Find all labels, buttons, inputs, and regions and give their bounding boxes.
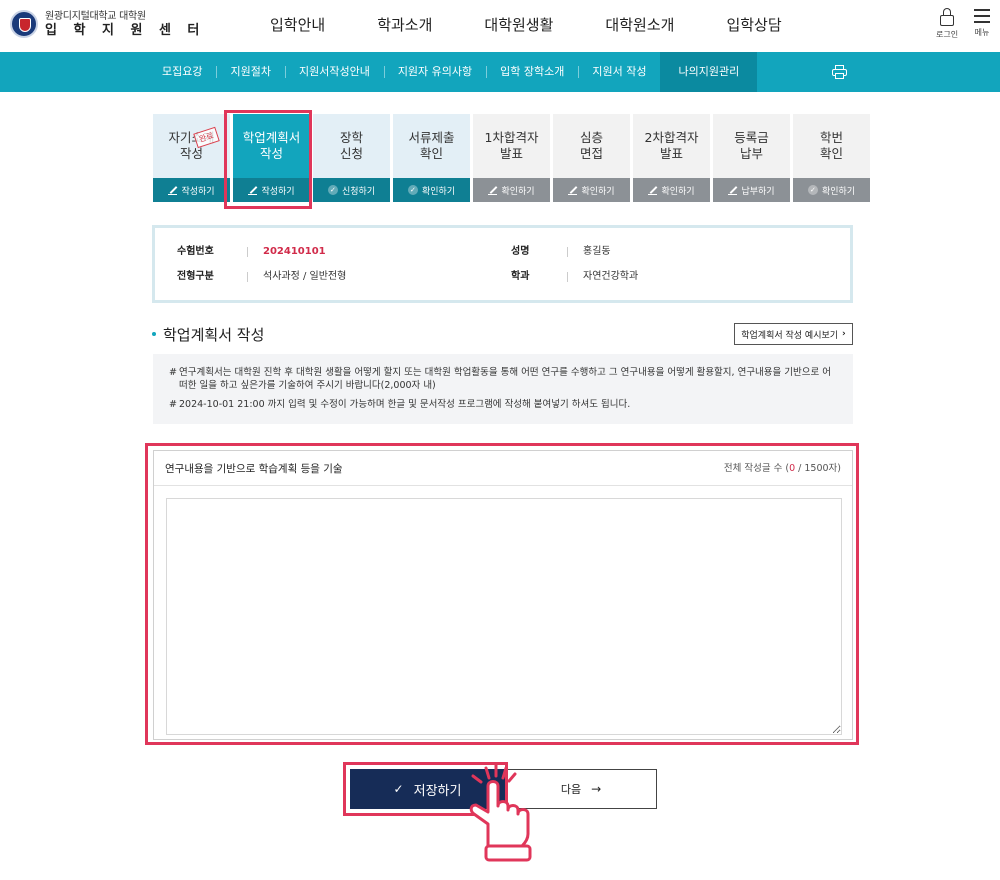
step-action-button[interactable]: 확인하기: [553, 178, 630, 202]
notice-box: 연구계획서는 대학원 진학 후 대학원 생활을 어떻게 할지 또는 대학원 학업…: [153, 354, 853, 424]
pencil-icon: [168, 185, 178, 195]
check-icon: ✓: [327, 185, 338, 195]
admission-type-label: 전형구분: [177, 271, 214, 282]
login-label: 로그인: [936, 30, 959, 39]
check-icon: ✓: [407, 185, 418, 195]
logo[interactable]: 원광디지털대학교 대학원 입 학 지 원 센 터: [10, 10, 205, 38]
editor-highlight: [145, 443, 859, 745]
main-nav-consulting[interactable]: 입학상담: [726, 14, 781, 35]
section-title: 학업계획서 작성: [152, 324, 264, 345]
step-title: 2차합격자 발표: [633, 114, 710, 178]
logo-university-name: 원광디지털대학교 대학원: [45, 10, 146, 22]
department-label: 학과: [511, 271, 530, 282]
step-action-label: 확인하기: [581, 186, 615, 197]
logo-center-name: 입 학 지 원 센 터: [45, 22, 206, 38]
step-action-label: 작성하기: [181, 186, 215, 197]
pencil-icon: [488, 185, 498, 195]
hamburger-menu-icon: [974, 8, 990, 24]
print-icon[interactable]: [832, 65, 847, 79]
step-action-button[interactable]: 납부하기: [713, 178, 790, 202]
admission-type-value: 석사과정 / 일반전형: [263, 271, 347, 282]
pointing-hand-icon: [469, 762, 532, 862]
step-tuition[interactable]: 등록금 납부납부하기: [713, 114, 790, 202]
step-title: 학번 확인: [793, 114, 870, 178]
subnav-recruitment[interactable]: 모집요강: [148, 52, 216, 92]
applicant-info: 수험번호 202410101 성명 홍길동 전형구분 석사과정 / 일반전형 학…: [152, 225, 853, 303]
step-action-button[interactable]: ✓ 확인하기: [793, 178, 870, 202]
subnav-precautions[interactable]: 지원자 유의사항: [383, 52, 486, 92]
step-title: 자기소개 작성: [153, 114, 230, 178]
step-action-button[interactable]: ✓ 확인하기: [393, 178, 470, 202]
subnav-application-guide[interactable]: 지원서작성안내: [284, 52, 384, 92]
step-interview[interactable]: 심층 면접확인하기: [553, 114, 630, 202]
main-nav-admission-info[interactable]: 입학안내: [270, 14, 325, 35]
view-example-label: 학업계획서 작성 예시보기: [741, 330, 839, 341]
step-title: 서류제출 확인: [393, 114, 470, 178]
subnav-my-application[interactable]: 나의지원관리: [660, 52, 758, 92]
info-row: 수험번호 202410101 성명 홍길동: [155, 242, 850, 262]
step-action-button[interactable]: 확인하기: [473, 178, 550, 202]
next-button-label: 다음: [560, 783, 582, 796]
step-action-label: 확인하기: [421, 186, 456, 197]
university-emblem-icon: [10, 10, 38, 38]
step-action-label: 확인하기: [661, 186, 695, 197]
step-action-label: 확인하기: [821, 186, 856, 197]
pencil-icon: [648, 185, 658, 195]
subnav-write-application[interactable]: 지원서 작성: [578, 52, 660, 92]
step-action-button[interactable]: 작성하기: [153, 178, 230, 202]
step-action-button[interactable]: 확인하기: [633, 178, 710, 202]
view-example-button[interactable]: 학업계획서 작성 예시보기 ›: [734, 323, 853, 345]
step-second-result[interactable]: 2차합격자 발표확인하기: [633, 114, 710, 202]
department-value: 자연건강학과: [583, 271, 639, 282]
step-action-label: 신청하기: [341, 186, 376, 197]
step-action-label: 확인하기: [501, 186, 535, 197]
logo-text: 원광디지털대학교 대학원 입 학 지 원 센 터: [45, 10, 206, 38]
step-document-check[interactable]: 서류제출 확인 ✓ 확인하기: [393, 114, 470, 202]
step-first-result[interactable]: 1차합격자 발표확인하기: [473, 114, 550, 202]
bullet-dot-icon: [152, 331, 156, 336]
main-nav-about[interactable]: 대학원소개: [605, 14, 674, 35]
menu-button[interactable]: 메뉴: [974, 8, 990, 38]
step-scholarship[interactable]: 장학 신청 ✓ 신청하기: [313, 114, 390, 202]
main-nav-departments[interactable]: 학과소개: [377, 14, 432, 35]
arrow-right-icon: →: [591, 782, 602, 796]
notice-line: 2024-10-01 21:00 까지 입력 및 수정이 가능하며 한글 및 문…: [169, 398, 839, 411]
step-title: 장학 신청: [313, 114, 390, 178]
step-title: 등록금 납부: [713, 114, 790, 178]
step-action-button[interactable]: ✓ 신청하기: [313, 178, 390, 202]
step-self-intro[interactable]: 자기소개 작성 완료 작성하기: [153, 114, 230, 202]
section-title-text: 학업계획서 작성: [163, 326, 265, 344]
top-header: 원광디지털대학교 대학원 입 학 지 원 센 터 입학안내 학과소개 대학원생활…: [0, 0, 1000, 52]
name-value: 홍길동: [583, 246, 611, 257]
current-step-highlight: [224, 110, 312, 209]
lock-icon: [940, 8, 955, 26]
subnav-procedure[interactable]: 지원절차: [216, 52, 284, 92]
menu-label: 메뉴: [974, 28, 990, 37]
chevron-right-icon: ›: [842, 329, 846, 339]
pencil-icon: [568, 185, 578, 195]
sub-nav: 모집요강 지원절차 지원서작성안내 지원자 유의사항 입학 장학소개 지원서 작…: [0, 52, 1000, 92]
main-nav-campus-life[interactable]: 대학원생활: [484, 14, 553, 35]
step-action-label: 납부하기: [741, 186, 775, 197]
pencil-icon: [728, 185, 738, 195]
exam-number-value: 202410101: [263, 246, 326, 257]
main-nav: 입학안내 학과소개 대학원생활 대학원소개 입학상담: [270, 14, 834, 35]
step-title: 심층 면접: [553, 114, 630, 178]
subnav-scholarship[interactable]: 입학 장학소개: [486, 52, 578, 92]
step-title: 1차합격자 발표: [473, 114, 550, 178]
notice-line: 연구계획서는 대학원 진학 후 대학원 생활을 어떻게 할지 또는 대학원 학업…: [169, 366, 839, 392]
name-label: 성명: [511, 246, 530, 257]
login-button[interactable]: 로그인: [936, 8, 958, 40]
info-row: 전형구분 석사과정 / 일반전형 학과 자연건강학과: [155, 267, 850, 287]
sub-nav-items: 모집요강 지원절차 지원서작성안내 지원자 유의사항 입학 장학소개 지원서 작…: [148, 52, 758, 92]
step-student-id[interactable]: 학번 확인 ✓ 확인하기: [793, 114, 870, 202]
exam-number-label: 수험번호: [177, 246, 214, 257]
check-icon: ✓: [807, 185, 818, 195]
